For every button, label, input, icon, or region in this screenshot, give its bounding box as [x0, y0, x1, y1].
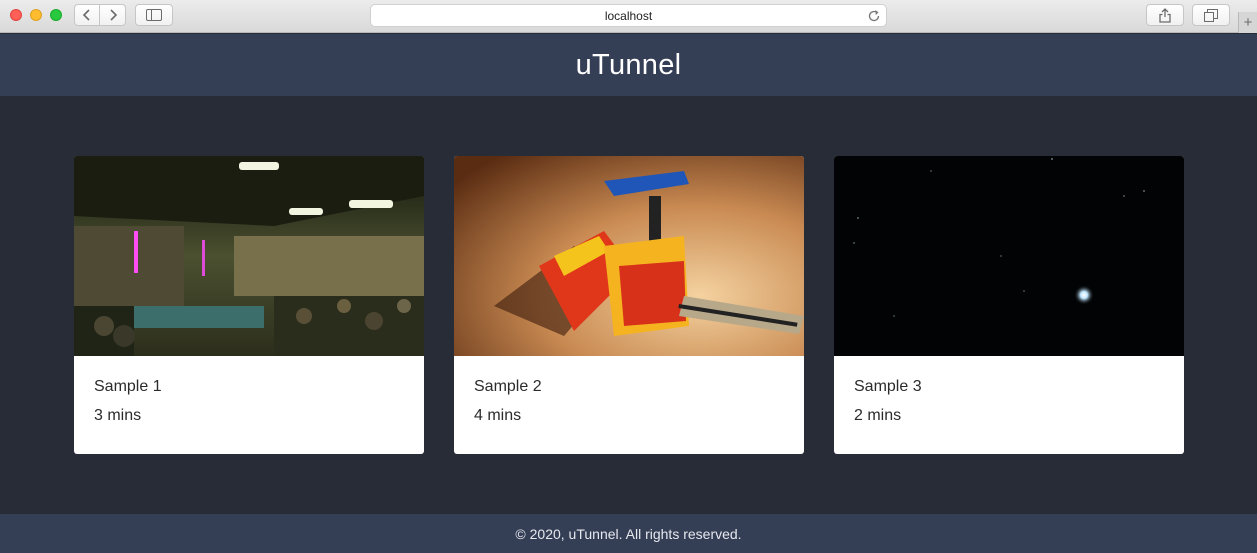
tabs-icon [1204, 8, 1218, 22]
video-title[interactable]: Sample 1 [94, 378, 162, 396]
video-duration: 3 mins [94, 407, 142, 424]
new-tab-button[interactable]: + [1238, 12, 1257, 33]
site-header: uTunnel [0, 34, 1257, 96]
site-title[interactable]: uTunnel [576, 49, 682, 82]
history-nav [74, 4, 126, 26]
video-thumbnail[interactable] [74, 156, 424, 356]
video-duration: 2 mins [854, 407, 902, 424]
show-tabs-button[interactable] [1192, 4, 1230, 26]
address-bar[interactable]: localhost [370, 4, 887, 27]
sidebar-button[interactable] [135, 4, 173, 26]
plus-icon: + [1243, 14, 1253, 31]
video-card[interactable]: Sample 1 3 mins [74, 156, 424, 454]
zoom-window-button[interactable] [50, 9, 62, 21]
video-title[interactable]: Sample 3 [854, 378, 922, 396]
share-icon [1159, 7, 1171, 23]
back-button[interactable] [74, 4, 100, 26]
video-title[interactable]: Sample 2 [474, 378, 542, 396]
url-text: localhost [604, 9, 653, 23]
video-card[interactable]: Sample 3 2 mins [834, 156, 1184, 454]
share-button[interactable] [1146, 4, 1184, 26]
video-thumbnail[interactable] [454, 156, 804, 356]
forward-button[interactable] [100, 4, 126, 26]
forward-icon [109, 9, 117, 21]
site-footer: © 2020, uTunnel. All rights reserved. [0, 514, 1257, 553]
video-duration: 4 mins [474, 407, 522, 424]
video-card[interactable]: Sample 2 4 mins [454, 156, 804, 454]
reload-icon[interactable] [867, 9, 881, 23]
copyright-text: © 2020, uTunnel. All rights reserved. [515, 525, 742, 542]
video-thumbnail[interactable] [834, 156, 1184, 356]
minimize-window-button[interactable] [30, 9, 42, 21]
close-window-button[interactable] [10, 9, 22, 21]
back-icon [82, 9, 90, 21]
browser-toolbar: localhost + [0, 0, 1257, 33]
sidebar-icon [146, 9, 162, 21]
